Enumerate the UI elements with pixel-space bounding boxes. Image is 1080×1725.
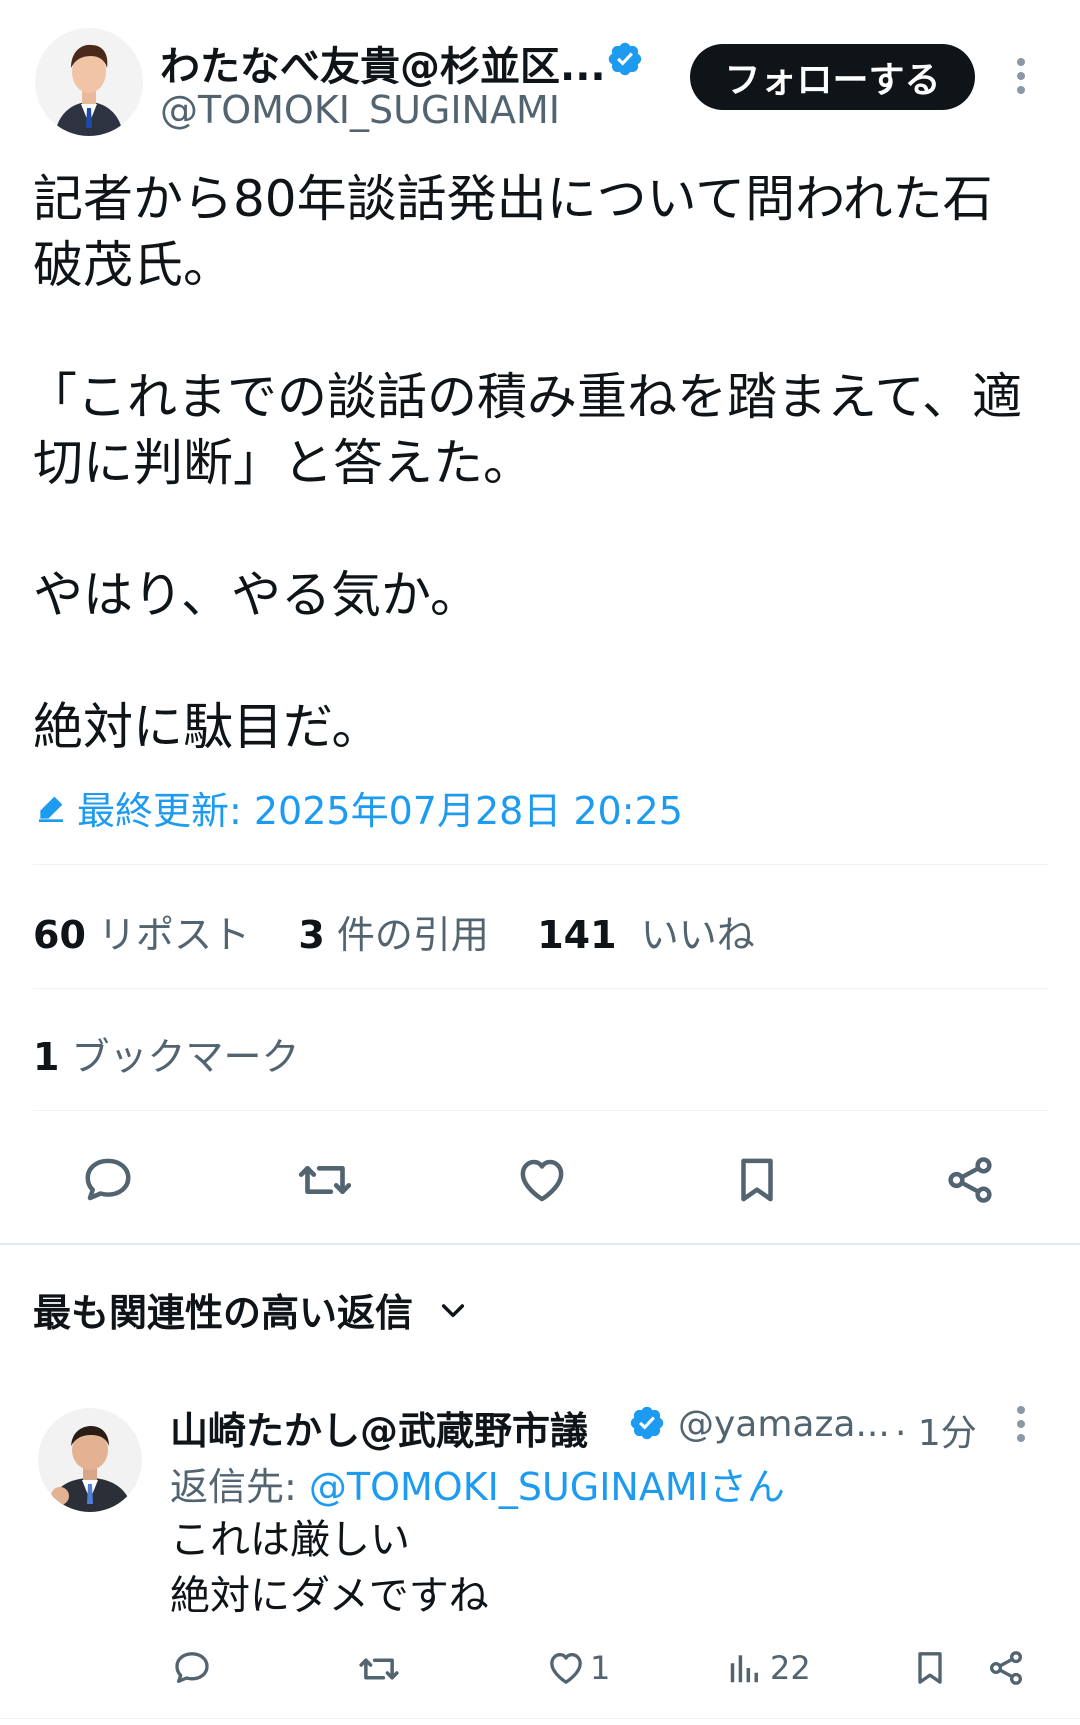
- reply-text: これは厳しい 絶対にダメですね: [170, 1512, 489, 1624]
- bookmark-icon[interactable]: [910, 1648, 950, 1688]
- divider: [33, 864, 1048, 865]
- reply-share-button[interactable]: [986, 1648, 1026, 1688]
- tweet-line: やはり、やる気か。: [33, 566, 480, 624]
- reply-reply-button[interactable]: [172, 1648, 212, 1688]
- likes-stat[interactable]: 141 いいね: [537, 913, 755, 957]
- share-icon[interactable]: [986, 1648, 1026, 1688]
- section-divider: [0, 1243, 1080, 1245]
- reply-bookmark-button[interactable]: [910, 1648, 950, 1688]
- follow-button[interactable]: フォローする: [690, 44, 975, 110]
- reply-to-prefix: 返信先:: [170, 1465, 309, 1509]
- tweet-line: 破茂氏。: [33, 236, 233, 294]
- divider: [33, 1110, 1048, 1111]
- chevron-down-icon[interactable]: [437, 1294, 469, 1326]
- reply-line: 絶対にダメですね: [170, 1573, 489, 1619]
- reply-like-count[interactable]: 1: [590, 1649, 610, 1687]
- author-display-name[interactable]: わたなべ友貴@杉並区...: [160, 34, 606, 92]
- reply-avatar[interactable]: [38, 1408, 142, 1512]
- author-handle[interactable]: @TOMOKI_SUGINAMI: [160, 88, 560, 132]
- bookmarks-stat[interactable]: 1 ブックマーク: [33, 1026, 300, 1081]
- author-avatar[interactable]: [35, 28, 143, 136]
- reply-views-button[interactable]: 22: [726, 1648, 811, 1688]
- reply-views-count[interactable]: 22: [770, 1649, 811, 1687]
- author-display-name-text[interactable]: わたなべ友貴@杉並区...: [160, 44, 606, 90]
- views-icon[interactable]: [726, 1648, 764, 1688]
- tweet-line: 「これまでの談話の積み重ねを踏まえて、適: [27, 368, 1022, 426]
- share-icon[interactable]: [940, 1150, 1000, 1210]
- reposts-stat[interactable]: 60 リポスト: [33, 913, 250, 957]
- repost-icon[interactable]: [358, 1648, 400, 1690]
- reply-to-handle-link[interactable]: @TOMOKI_SUGINAMIさん: [309, 1465, 785, 1509]
- edited-label[interactable]: 最終更新: 2025年07月28日 20:25: [77, 780, 683, 835]
- reply-to-line: 返信先: @TOMOKI_SUGINAMIさん: [170, 1456, 785, 1511]
- edit-pencil-icon: [35, 792, 67, 824]
- reply-icon[interactable]: [172, 1648, 212, 1688]
- bookmark-icon[interactable]: [727, 1150, 787, 1210]
- reply-repost-button[interactable]: [358, 1648, 400, 1690]
- divider: [0, 1718, 1080, 1719]
- tweet-text: 記者から80年談話発出について問われた石 破茂氏。 「これまでの談話の積み重ねを…: [27, 166, 1043, 760]
- more-icon[interactable]: [1015, 58, 1027, 94]
- edited-indicator[interactable]: 最終更新: 2025年07月28日 20:25: [35, 780, 683, 835]
- reply-like-button[interactable]: 1: [546, 1648, 610, 1688]
- tweet-line: 記者から80年談話発出について問われた石: [33, 170, 993, 228]
- reply-handle[interactable]: @yamaza...: [678, 1404, 890, 1445]
- engagement-stats: 60 リポスト 3 件の引用 141 いいね: [33, 904, 755, 959]
- tweet-line: 絶対に駄目だ。: [33, 698, 382, 756]
- reply-icon[interactable]: [78, 1150, 138, 1210]
- replies-sort-selector[interactable]: 最も関連性の高い返信: [33, 1282, 469, 1337]
- like-icon[interactable]: [512, 1150, 572, 1210]
- reply-more-icon[interactable]: [1015, 1406, 1027, 1442]
- replies-section-title[interactable]: 最も関連性の高い返信: [33, 1282, 413, 1337]
- reply-line: これは厳しい: [170, 1517, 410, 1563]
- reply-timestamp[interactable]: · 1分: [895, 1404, 977, 1456]
- divider: [33, 988, 1048, 989]
- verified-badge-icon: [606, 40, 644, 78]
- verified-badge-icon: [628, 1404, 666, 1442]
- tweet-line: 切に判断」と答えた。: [33, 434, 533, 492]
- like-icon[interactable]: [546, 1648, 586, 1688]
- repost-icon[interactable]: [295, 1150, 355, 1210]
- quotes-stat[interactable]: 3 件の引用: [298, 913, 489, 957]
- reply-display-name[interactable]: 山崎たかし@武蔵野市議: [170, 1400, 588, 1455]
